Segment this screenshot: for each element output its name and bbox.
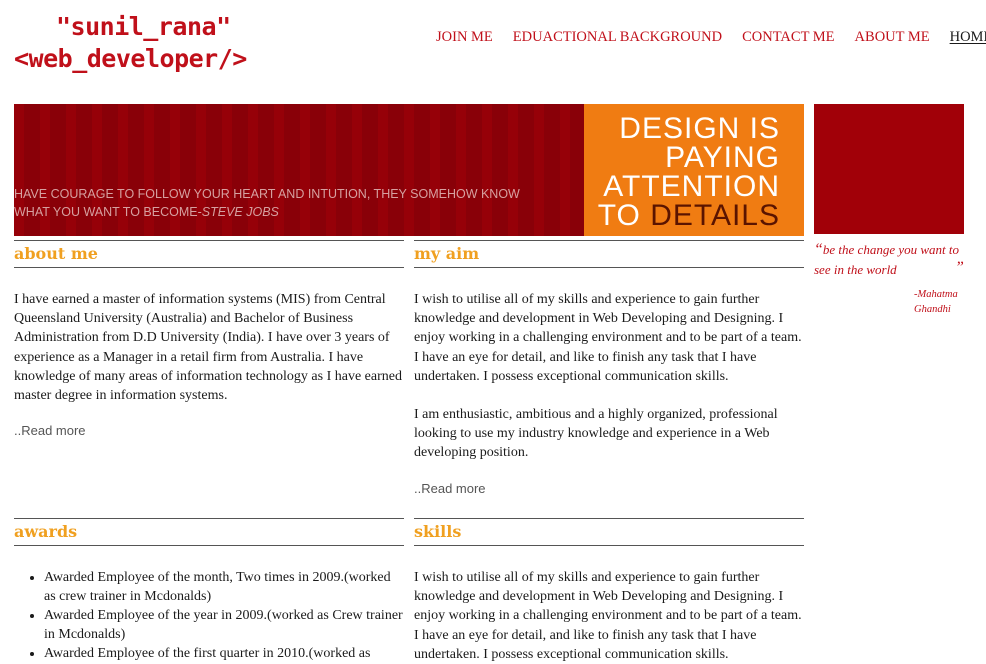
skills-header: skills [414,518,804,546]
design-to: TO [597,199,641,232]
side-quote: “be the change you want to see in the wo… [814,240,966,280]
awards-header: awards [14,518,404,546]
skills-title: skills [414,522,462,541]
nav-home[interactable]: HOME [950,29,986,46]
nav-about-me[interactable]: ABOUT ME [855,29,930,46]
aim-title: my aim [414,244,480,263]
aim-section: my aim I wish to utilise all of my skill… [414,240,804,497]
about-text: I have earned a master of information sy… [14,292,402,404]
about-title: about me [14,244,98,263]
about-section: about me I have earned a master of infor… [14,240,404,439]
banner-quote: HAVE COURAGE TO FOLLOW YOUR HEART AND IN… [14,185,534,221]
award-item: Awarded Employee of the first quarter in… [44,644,404,663]
side-quote-text: be the change you want to see in the wor… [814,242,960,277]
logo-tagline: <web_developer/> [14,44,247,73]
about-header: about me [14,240,404,268]
logo-name: "sunil_rana" [56,12,231,41]
design-line-3: ATTENTION [603,170,780,203]
open-quote-mark: “ [814,241,823,258]
aim-read-more-link[interactable]: ..Read more [414,481,486,496]
nav-join-me[interactable]: JOIN ME [436,29,493,46]
aim-header: my aim [414,240,804,268]
design-line-1: DESIGN IS [619,112,780,145]
awards-section: awards Awarded Employee of the month, Tw… [14,518,404,663]
award-item: Awarded Employee of the year in 2009.(wo… [44,606,404,644]
hero-banner: HAVE COURAGE TO FOLLOW YOUR HEART AND IN… [14,104,584,236]
skills-text: I wish to utilise all of my skills and e… [414,570,802,662]
side-banner [814,104,964,234]
skills-section: skills I wish to utilise all of my skill… [414,518,804,664]
author-line-2: Ghandhi [914,304,951,315]
about-read-more-link[interactable]: ..Read more [14,423,86,438]
design-line-2: PAYING [665,141,780,174]
side-quote-author: -Mahatma Ghandhi [914,287,958,317]
awards-title: awards [14,522,78,541]
close-quote-mark: ” [955,259,964,276]
aim-text-2: I am enthusiastic, ambitious and a highl… [414,407,778,461]
author-line-1: -Mahatma [914,289,958,300]
banner-quote-author: STEVE JOBS [201,205,279,219]
nav-educational-background[interactable]: EDUACTIONAL BACKGROUND [513,29,722,46]
awards-list: Awarded Employee of the month, Two times… [14,568,404,663]
nav-contact-me[interactable]: CONTACT ME [742,29,834,46]
aim-text-1: I wish to utilise all of my skills and e… [414,292,802,384]
design-graphic: DESIGN IS PAYING ATTENTION TO DETAILS [584,104,804,236]
design-line-4: TO DETAILS [597,199,780,232]
main-nav: JOIN ME EDUACTIONAL BACKGROUND CONTACT M… [436,29,986,46]
award-item: Awarded Employee of the month, Two times… [44,568,404,606]
design-details: DETAILS [650,199,780,232]
